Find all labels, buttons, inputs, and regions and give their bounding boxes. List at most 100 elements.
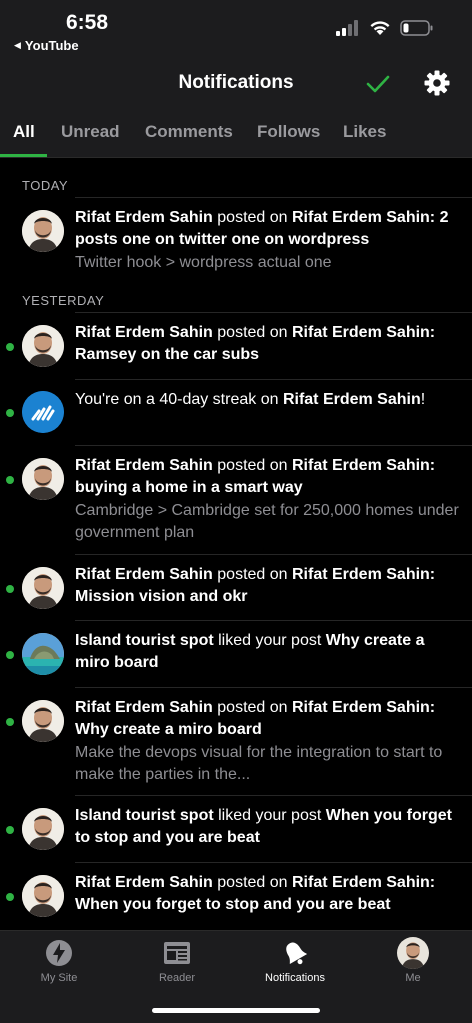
streak-text-end: ! bbox=[420, 391, 426, 408]
tab-bar-label: Reader bbox=[158, 972, 196, 984]
notification-row[interactable]: Rifat Erdem Sahin posted on Rifat Erdem … bbox=[0, 687, 472, 795]
person-photo-icon bbox=[22, 325, 64, 367]
unread-dot bbox=[6, 343, 14, 351]
notification-row[interactable]: Rifat Erdem Sahin posted on Rifat Erdem … bbox=[0, 312, 472, 379]
notification-text: You're on a 40-day streak on Rifat Erdem… bbox=[75, 389, 455, 411]
page-title: Notifications bbox=[178, 72, 294, 93]
gear-icon[interactable] bbox=[423, 69, 451, 97]
notification-verb: posted on bbox=[217, 324, 288, 341]
streak-icon bbox=[22, 391, 64, 433]
notification-text: Rifat Erdem Sahin posted on Rifat Erdem … bbox=[75, 872, 455, 916]
notification-verb: posted on bbox=[217, 699, 288, 716]
actor-name: Rifat Erdem Sahin bbox=[75, 699, 213, 716]
status-icons bbox=[336, 20, 434, 36]
row-divider bbox=[75, 312, 472, 313]
target-name: Rifat Erdem Sahin: bbox=[292, 209, 436, 226]
actor-name: Rifat Erdem Sahin bbox=[75, 566, 213, 583]
back-arrow-icon: ◀ bbox=[14, 40, 21, 50]
tab-follows[interactable]: Follows bbox=[257, 122, 320, 142]
section-header-today: TODAY bbox=[22, 178, 69, 193]
notification-text: Rifat Erdem Sahin posted on Rifat Erdem … bbox=[75, 207, 455, 251]
tab-bar-me[interactable]: Me bbox=[354, 931, 472, 991]
row-divider bbox=[75, 687, 472, 688]
row-divider bbox=[75, 620, 472, 621]
target-name: Rifat Erdem Sahin: bbox=[292, 699, 436, 716]
notification-verb: posted on bbox=[217, 874, 288, 891]
tab-unread[interactable]: Unread bbox=[61, 122, 120, 142]
active-tab-indicator bbox=[0, 154, 47, 157]
person-photo-icon bbox=[22, 458, 64, 500]
tab-comments[interactable]: Comments bbox=[145, 122, 233, 142]
row-divider bbox=[75, 379, 472, 380]
unread-dot bbox=[6, 476, 14, 484]
tab-bar-label: Notifications bbox=[265, 972, 325, 984]
person-avatar bbox=[22, 458, 64, 500]
notification-verb: liked your post bbox=[218, 632, 322, 649]
notification-text: Island tourist spot liked your post Why … bbox=[75, 630, 455, 674]
back-to-app-link[interactable]: ◀ YouTube bbox=[14, 38, 79, 53]
status-bar: 6:58 ◀ YouTube bbox=[0, 0, 472, 60]
person-photo-icon bbox=[22, 567, 64, 609]
bell-icon bbox=[286, 942, 308, 965]
notification-row[interactable]: Island tourist spot liked your post When… bbox=[0, 795, 472, 862]
reader-icon bbox=[164, 942, 190, 964]
tab-likes[interactable]: Likes bbox=[343, 122, 386, 142]
streak-text: You're on a 40-day streak on bbox=[75, 391, 283, 408]
tab-bar-label: Me bbox=[405, 972, 421, 984]
nav-bar: Notifications bbox=[0, 60, 472, 106]
notification-row[interactable]: Island tourist spot liked your post Why … bbox=[0, 620, 472, 687]
wifi-icon bbox=[370, 21, 390, 35]
person-photo-icon bbox=[22, 808, 64, 850]
unread-dot bbox=[6, 826, 14, 834]
tab-bar-notifications[interactable]: Notifications bbox=[236, 931, 354, 991]
post-title: buying a home in a smart way bbox=[75, 479, 303, 496]
back-app-label: YouTube bbox=[24, 38, 79, 53]
post-excerpt: Make the devops visual for the integrati… bbox=[75, 744, 443, 783]
person-avatar bbox=[22, 325, 64, 367]
notification-row[interactable]: Rifat Erdem Sahin posted on Rifat Erdem … bbox=[0, 554, 472, 620]
tab-all[interactable]: All bbox=[13, 122, 35, 142]
tab-bar-label: My Site bbox=[40, 972, 78, 984]
actor-name: Rifat Erdem Sahin bbox=[75, 324, 213, 341]
notification-row[interactable]: Rifat Erdem Sahin posted on Rifat Erdem … bbox=[0, 197, 472, 289]
target-name: Rifat Erdem Sahin: bbox=[292, 566, 436, 583]
notification-verb: posted on bbox=[217, 566, 288, 583]
row-divider bbox=[75, 862, 472, 863]
post-excerpt: Twitter hook > wordpress actual one bbox=[75, 254, 332, 271]
island-avatar bbox=[22, 633, 64, 675]
filter-tabs: All Unread Comments Follows Likes bbox=[0, 106, 472, 158]
island-photo-icon bbox=[22, 633, 64, 675]
person-avatar bbox=[22, 210, 64, 252]
target-name: Rifat Erdem Sahin: bbox=[292, 324, 436, 341]
notification-row[interactable]: Rifat Erdem Sahin posted on Rifat Erdem … bbox=[0, 445, 472, 554]
actor-name: Rifat Erdem Sahin bbox=[75, 874, 213, 891]
row-divider bbox=[75, 445, 472, 446]
tab-bar-reader[interactable]: Reader bbox=[118, 931, 236, 991]
notification-verb: posted on bbox=[217, 209, 288, 226]
row-divider bbox=[75, 554, 472, 555]
unread-dot bbox=[6, 409, 14, 417]
clock: 6:58 bbox=[66, 11, 109, 34]
person-avatar bbox=[22, 875, 64, 917]
unread-dot bbox=[6, 651, 14, 659]
notification-text: Island tourist spot liked your post When… bbox=[75, 805, 455, 849]
person-avatar bbox=[22, 567, 64, 609]
actor-name: Rifat Erdem Sahin bbox=[75, 209, 213, 226]
notification-row[interactable]: You're on a 40-day streak on Rifat Erdem… bbox=[0, 379, 472, 445]
my-site-icon bbox=[46, 940, 72, 966]
person-photo-icon bbox=[22, 875, 64, 917]
home-indicator[interactable] bbox=[152, 1008, 320, 1013]
notification-row[interactable]: Rifat Erdem Sahin posted on Rifat Erdem … bbox=[0, 862, 472, 930]
person-avatar bbox=[22, 808, 64, 850]
mark-all-read-check-icon[interactable] bbox=[364, 70, 392, 98]
notification-text: Rifat Erdem Sahin posted on Rifat Erdem … bbox=[75, 564, 455, 608]
post-excerpt: Cambridge > Cambridge set for 250,000 ho… bbox=[75, 502, 459, 541]
notification-verb: posted on bbox=[217, 457, 288, 474]
cellular-signal-icon bbox=[336, 20, 358, 36]
tab-bar-my-site[interactable]: My Site bbox=[0, 931, 118, 991]
notification-text: Rifat Erdem Sahin posted on Rifat Erdem … bbox=[75, 697, 455, 741]
actor-name: Island tourist spot bbox=[75, 807, 214, 824]
person-photo-icon bbox=[22, 210, 64, 252]
streak-avatar bbox=[22, 391, 64, 433]
notification-verb: liked your post bbox=[218, 807, 322, 824]
